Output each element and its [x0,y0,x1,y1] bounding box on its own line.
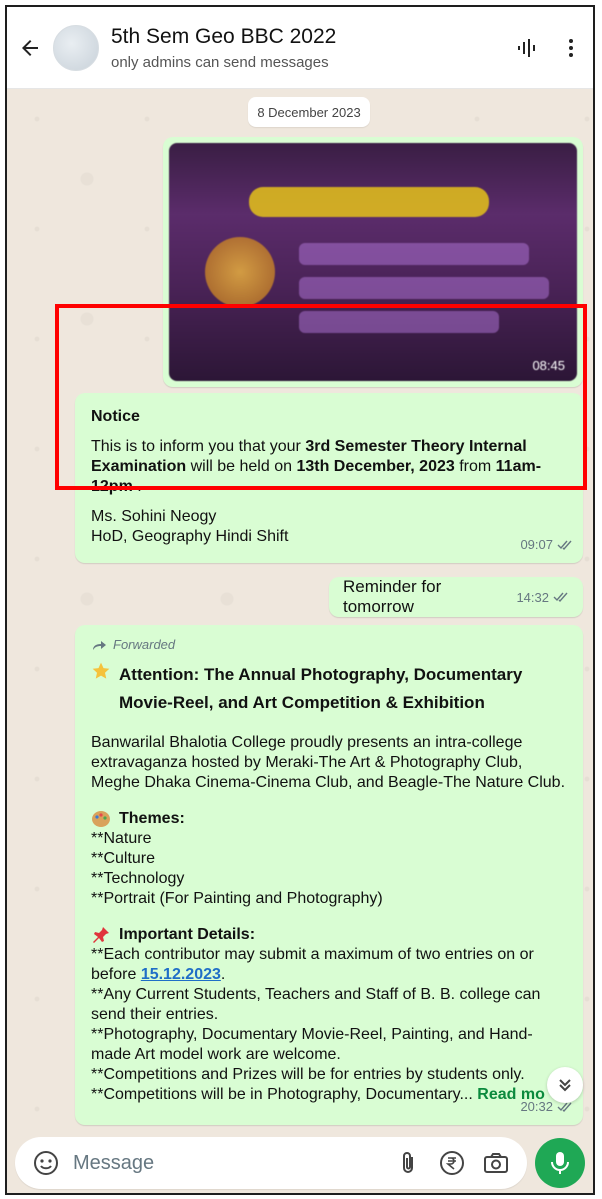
image-row [299,277,549,299]
image-logo [205,237,275,307]
theme-item: **Culture [91,850,156,867]
message-input-pill [15,1137,527,1189]
detail-item: **Photography, Documentary Movie-Reel, P… [91,1026,533,1063]
pushpin-icon [93,927,109,943]
themes-section: Themes: **Nature **Culture **Technology … [91,809,567,909]
message-meta: 14:32 [516,590,569,605]
detail-item: **Competitions and Prizes will be for en… [91,1066,525,1083]
mic-button[interactable] [535,1138,585,1188]
group-info[interactable]: 5th Sem Geo BBC 2022 only admins can sen… [111,25,505,71]
details-section: Important Details: **Each contributor ma… [91,925,567,1105]
message-input[interactable] [73,1151,381,1175]
announcement-intro: Banwarilal Bhalotia College proudly pres… [91,734,566,791]
double-chevron-down-icon [559,1079,571,1092]
group-title: 5th Sem Geo BBC 2022 [111,24,337,48]
palette-icon [92,811,110,827]
forwarded-message[interactable]: Forwarded Attention: The Annual Photogra… [75,625,583,1125]
scroll-down-button[interactable] [547,1067,583,1103]
group-avatar[interactable] [53,24,99,71]
image-banner [249,187,489,217]
message-meta: 09:07 [520,535,573,555]
themes-title: Themes: [91,809,567,829]
image-row [299,243,529,265]
reminder-message[interactable]: Reminder for tomorrow 14:32 [329,577,583,617]
chat-header: 5th Sem Geo BBC 2022 only admins can sen… [7,7,593,89]
detail-item: **Any Current Students, Teachers and Sta… [91,986,541,1023]
emoji-sticker-icon[interactable] [29,1146,63,1180]
date-link[interactable]: 15.12.2023 [141,966,221,983]
theme-item: **Nature [91,830,152,847]
highlight-annotation [55,304,587,490]
paperclip-icon[interactable] [391,1146,425,1180]
date-chip: 8 December 2023 [248,97,370,127]
star-icon [92,662,110,679]
double-check-icon [557,540,572,551]
theme-item: **Technology [91,870,185,887]
detail-item: **Competitions will be in Photography, D… [91,1086,545,1103]
app-frame: 5th Sem Geo BBC 2022 only admins can sen… [5,5,595,1195]
group-subtitle: only admins can send messages [111,53,329,71]
notice-signature: Ms. Sohini Neogy HoD, Geography Hindi Sh… [91,508,289,545]
forwarded-label: Forwarded [91,635,567,655]
back-arrow-icon[interactable] [7,7,53,89]
camera-icon[interactable] [479,1146,513,1180]
voice-waveform-icon[interactable] [505,7,549,89]
detail-item: **Each contributor may submit a maximum … [91,946,534,983]
theme-item: **Portrait (For Painting and Photography… [91,890,383,907]
rupee-icon[interactable] [435,1146,469,1180]
more-vertical-icon[interactable] [549,7,593,89]
chat-area[interactable]: 8 December 2023 08:45 Notice This is to … [7,89,593,1129]
mic-icon [551,1152,569,1174]
announcement-heading: Attention: The Annual Photography, Docum… [91,661,567,717]
details-title: Important Details: [91,925,567,945]
forward-icon [93,641,106,650]
message-composer [7,1129,593,1193]
double-check-icon [553,592,568,603]
reminder-text: Reminder for tomorrow [343,577,442,616]
